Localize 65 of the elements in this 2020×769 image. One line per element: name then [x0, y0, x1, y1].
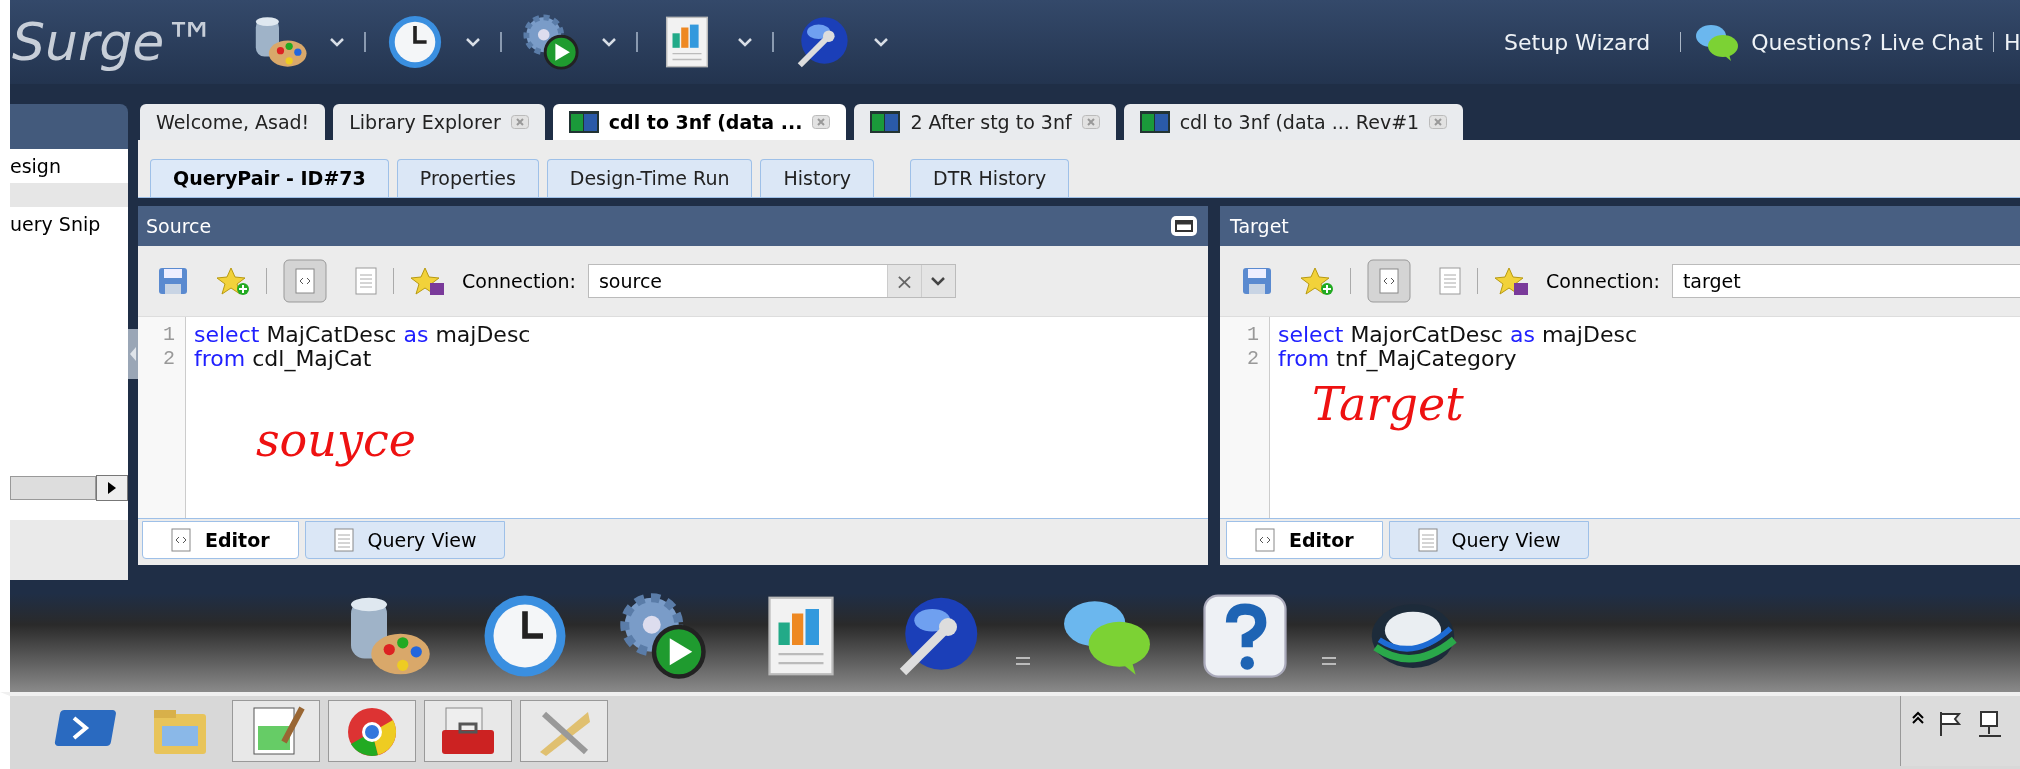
code-editor[interactable]: 1 2 select MajorCatDesc as majDesc from tnf_MajCategory Target — [1220, 316, 2020, 518]
code-line: select MajorCatDesc as majDesc — [1278, 323, 1638, 347]
star-plus-icon[interactable] — [216, 266, 250, 296]
dock-separator-icon — [1322, 656, 1336, 666]
editor-tab[interactable]: Editor — [142, 521, 299, 559]
save-icon[interactable] — [158, 267, 188, 295]
maximize-icon[interactable] — [1170, 215, 1198, 237]
star-plus-icon[interactable] — [1300, 266, 1334, 296]
code-line: from cdl_MajCat — [194, 347, 373, 371]
star-save-icon[interactable] — [410, 266, 446, 296]
document-icon — [1417, 528, 1438, 552]
caret-icon[interactable] — [931, 276, 946, 286]
code-editor[interactable]: 1 2 select MajCatDesc as majDesc from cdl_MajCat souyce — [138, 316, 1208, 518]
connection-label: Connection: — [1546, 268, 1660, 294]
sub-tab[interactable]: DTR History — [910, 159, 1070, 197]
sub-tab[interactable]: History — [760, 159, 875, 197]
document-tab[interactable]: cdl to 3nf (data ... — [552, 104, 847, 140]
collapse-handle-icon[interactable] — [128, 329, 138, 379]
document-tab[interactable]: Library Explorer — [333, 104, 545, 140]
help-link[interactable]: H — [2004, 25, 2020, 59]
star-save-icon[interactable] — [1494, 266, 1530, 296]
line-number: 2 — [1247, 347, 1259, 371]
panel-title: Target — [1230, 213, 1290, 239]
tab-label: Welcome, Asad! — [156, 109, 310, 135]
code-line: select MajCatDesc as majDesc — [194, 323, 532, 347]
connection-field[interactable]: source × — [587, 264, 956, 298]
panels-icon — [568, 111, 599, 133]
sub-tab[interactable]: QueryPair - ID#73 — [150, 159, 389, 197]
panel-title: Source — [146, 213, 213, 239]
sub-tab[interactable]: Design-Time Run — [546, 159, 753, 197]
clear-button[interactable]: × — [886, 265, 921, 297]
panels-icon — [1139, 111, 1170, 133]
network-icon[interactable] — [1977, 710, 2003, 738]
close-icon[interactable] — [812, 115, 831, 129]
document-tab[interactable]: Welcome, Asad! — [140, 104, 326, 140]
document-icon — [333, 528, 354, 552]
connection-label: Connection: — [462, 268, 576, 294]
connection-field[interactable]: target — [1671, 264, 2020, 298]
line-number: 1 — [1247, 323, 1259, 347]
code-file-icon — [171, 528, 191, 552]
editor-tab[interactable]: Query View — [1388, 521, 1590, 559]
scroll-right-icon[interactable] — [96, 475, 128, 501]
line-number: 1 — [163, 323, 175, 347]
document-tab[interactable]: cdl to 3nf (data ... Rev#1 — [1123, 104, 1464, 140]
line-number: 2 — [163, 347, 175, 371]
setup-wizard-link[interactable]: Setup Wizard — [1504, 25, 1651, 59]
tab-label: 2 After stg to 3nf — [910, 109, 1072, 135]
editor-tab[interactable]: Query View — [304, 521, 506, 559]
tab-label: cdl to 3nf (data ... — [608, 109, 803, 135]
code-file-icon — [1255, 528, 1275, 552]
tab-label: Library Explorer — [349, 109, 501, 135]
code-line: from tnf_MajCategory — [1278, 347, 1518, 371]
document-tab[interactable]: 2 After stg to 3nf — [854, 104, 1116, 140]
chevron-up-icon[interactable] — [1911, 710, 1925, 724]
save-icon[interactable] — [1242, 267, 1272, 295]
editor-tab[interactable]: Editor — [1226, 521, 1383, 559]
connection-input: source — [588, 266, 887, 296]
panels-icon — [870, 111, 901, 133]
dock-separator-icon — [1016, 656, 1030, 666]
gear-play-icon[interactable] — [522, 13, 581, 71]
help-icon[interactable] — [1200, 591, 1290, 681]
sub-tab[interactable]: Properties — [396, 159, 539, 197]
live-chat-link[interactable]: Questions? Live Chat — [1751, 25, 1983, 59]
tab-label: cdl to 3nf (data ... Rev#1 — [1179, 109, 1420, 135]
gear-play-icon[interactable] — [618, 591, 708, 681]
